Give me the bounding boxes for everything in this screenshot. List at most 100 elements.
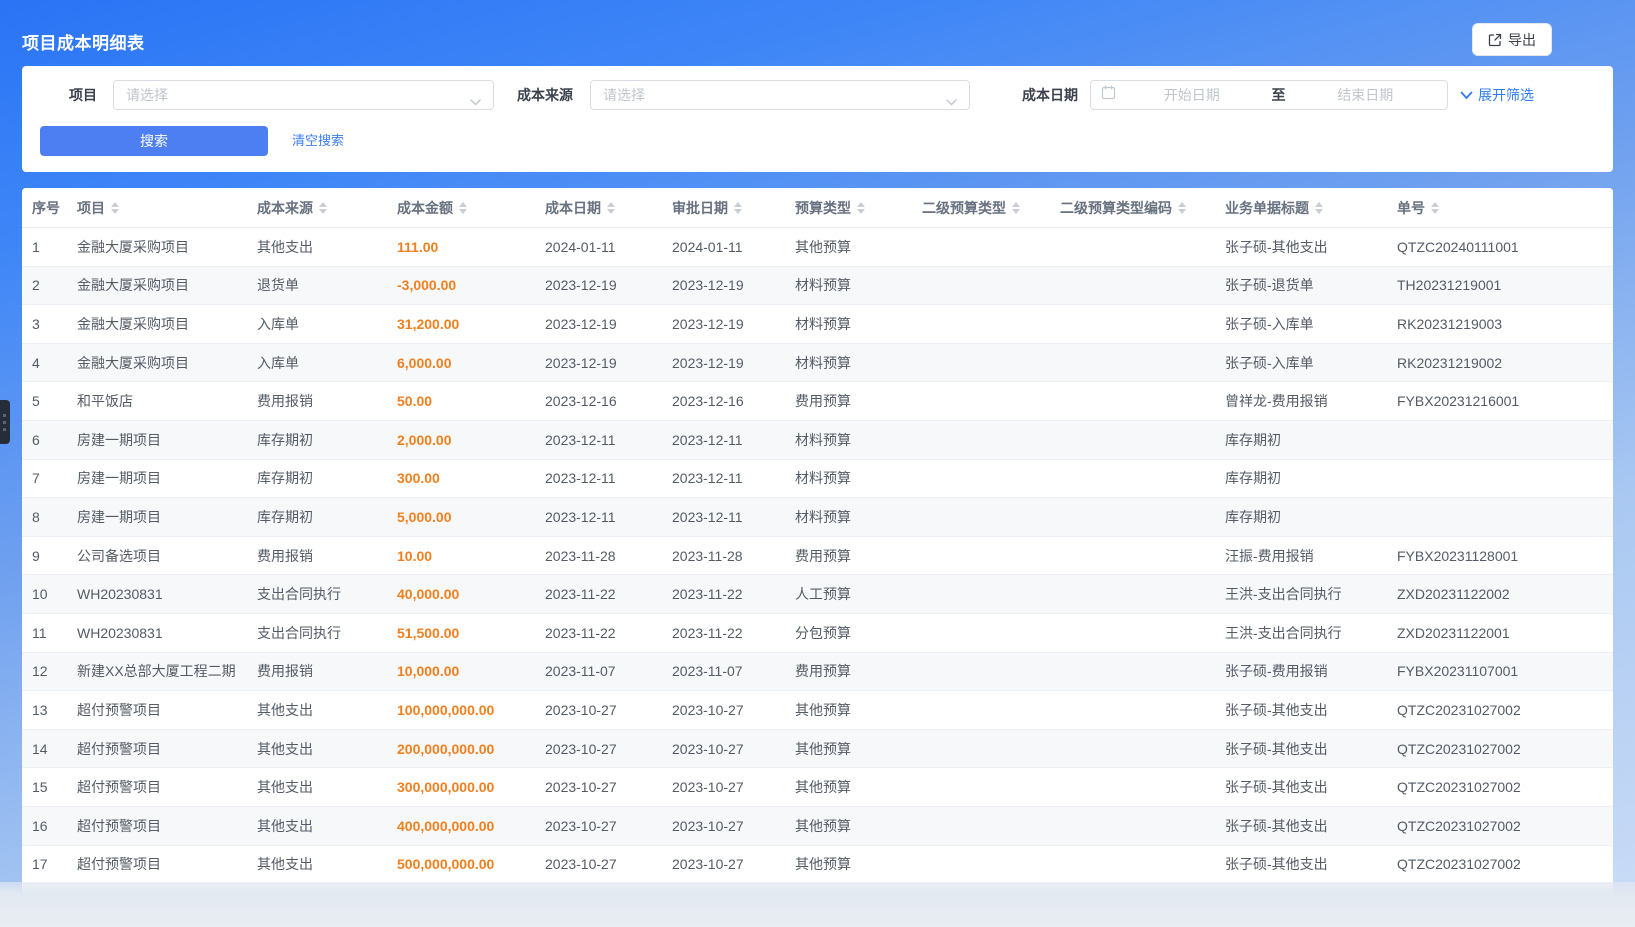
cell-index: 4 <box>32 355 77 371</box>
column-header-project[interactable]: 项目 <box>77 198 257 218</box>
cell-approval-date: 2023-11-28 <box>672 548 795 564</box>
cell-cost-date: 2023-12-11 <box>545 470 672 486</box>
cell-doc-no: RK20231219003 <box>1397 316 1597 332</box>
expand-filters-label: 展开筛选 <box>1478 85 1534 105</box>
project-select[interactable]: 请选择 <box>113 80 494 110</box>
sort-icon[interactable] <box>1178 202 1186 214</box>
cell-doc-title: 张子硕-入库单 <box>1225 353 1397 373</box>
cell-project: 新建XX总部大厦工程二期 <box>77 661 257 681</box>
chevron-down-icon <box>1460 87 1473 103</box>
cell-budget-type: 材料预算 <box>795 507 922 527</box>
cell-project: 公司备选项目 <box>77 546 257 566</box>
cell-doc-no: ZXD20231122001 <box>1397 625 1597 641</box>
sort-icon[interactable] <box>1315 202 1323 214</box>
cell-project: WH20230831 <box>77 586 257 602</box>
cell-approval-date: 2024-01-11 <box>672 239 795 255</box>
column-label: 序号 <box>32 198 60 218</box>
cost-date-range-picker[interactable]: 至 <box>1090 80 1448 110</box>
bottom-overlay <box>0 882 1635 927</box>
column-header-cost-amount[interactable]: 成本金额 <box>397 198 545 218</box>
cell-budget-type: 材料预算 <box>795 275 922 295</box>
table-row: 7房建一期项目库存期初300.002023-12-112023-12-11材料预… <box>22 460 1613 499</box>
cell-doc-no: QTZC20231027002 <box>1397 818 1597 834</box>
column-header-doc-title[interactable]: 业务单据标题 <box>1225 198 1397 218</box>
cell-approval-date: 2023-12-11 <box>672 432 795 448</box>
cell-project: 金融大厦采购项目 <box>77 275 257 295</box>
cell-approval-date: 2023-10-27 <box>672 702 795 718</box>
column-label: 单号 <box>1397 198 1425 218</box>
start-date-input[interactable] <box>1120 87 1264 103</box>
cell-doc-no: ZXD20231122002 <box>1397 586 1597 602</box>
sort-icon[interactable] <box>111 202 119 214</box>
sort-icon[interactable] <box>1431 202 1439 214</box>
date-range-separator: 至 <box>1264 85 1294 105</box>
sort-icon[interactable] <box>459 202 467 214</box>
cell-cost-amount: 6,000.00 <box>397 355 545 371</box>
cell-cost-source: 入库单 <box>257 353 397 373</box>
export-icon <box>1488 33 1502 47</box>
cell-cost-amount: 50.00 <box>397 393 545 409</box>
cell-cost-amount: 10.00 <box>397 548 545 564</box>
expand-filters-link[interactable]: 展开筛选 <box>1460 80 1534 110</box>
cell-cost-date: 2023-11-22 <box>545 625 672 641</box>
end-date-input[interactable] <box>1294 87 1438 103</box>
sort-icon[interactable] <box>607 202 615 214</box>
column-header-cost-date[interactable]: 成本日期 <box>545 198 672 218</box>
column-header-approval-date[interactable]: 审批日期 <box>672 198 795 218</box>
table-row: 16超付预警项目其他支出400,000,000.002023-10-272023… <box>22 807 1613 846</box>
column-header-doc-no[interactable]: 单号 <box>1397 198 1597 218</box>
cell-cost-amount: 100,000,000.00 <box>397 702 545 718</box>
table-row: 14超付预警项目其他支出200,000,000.002023-10-272023… <box>22 730 1613 769</box>
cost-source-select[interactable]: 请选择 <box>590 80 970 110</box>
column-header-cost-source[interactable]: 成本来源 <box>257 198 397 218</box>
sort-icon[interactable] <box>319 202 327 214</box>
cell-budget-type: 其他预算 <box>795 854 922 874</box>
column-header-secondary-budget-type-code[interactable]: 二级预算类型编码 <box>1060 198 1225 218</box>
table-row: 2金融大厦采购项目退货单-3,000.002023-12-192023-12-1… <box>22 267 1613 306</box>
cell-cost-date: 2023-10-27 <box>545 741 672 757</box>
project-filter-label: 项目 <box>22 80 97 110</box>
export-button-label: 导出 <box>1508 30 1536 50</box>
sort-icon[interactable] <box>857 202 865 214</box>
cell-project: 房建一期项目 <box>77 468 257 488</box>
cell-doc-title: 张子硕-其他支出 <box>1225 777 1397 797</box>
column-header-budget-type[interactable]: 预算类型 <box>795 198 922 218</box>
cell-index: 13 <box>32 702 77 718</box>
cell-cost-amount: 400,000,000.00 <box>397 818 545 834</box>
cell-cost-amount: 40,000.00 <box>397 586 545 602</box>
cell-cost-amount: 31,200.00 <box>397 316 545 332</box>
cell-doc-title: 张子硕-其他支出 <box>1225 854 1397 874</box>
cell-project: 房建一期项目 <box>77 430 257 450</box>
cell-budget-type: 其他预算 <box>795 237 922 257</box>
cell-cost-source: 费用报销 <box>257 391 397 411</box>
cell-cost-date: 2023-11-28 <box>545 548 672 564</box>
cell-approval-date: 2023-12-19 <box>672 355 795 371</box>
cell-budget-type: 人工预算 <box>795 584 922 604</box>
column-header-secondary-budget-type[interactable]: 二级预算类型 <box>922 198 1060 218</box>
cell-cost-source: 费用报销 <box>257 661 397 681</box>
cell-index: 16 <box>32 818 77 834</box>
cell-cost-source: 库存期初 <box>257 507 397 527</box>
cell-index: 15 <box>32 779 77 795</box>
cell-cost-amount: 5,000.00 <box>397 509 545 525</box>
cell-budget-type: 材料预算 <box>795 353 922 373</box>
cell-doc-title: 张子硕-其他支出 <box>1225 739 1397 759</box>
search-button[interactable]: 搜索 <box>40 126 268 156</box>
sort-icon[interactable] <box>1012 202 1020 214</box>
column-label: 成本日期 <box>545 198 601 218</box>
clear-search-link[interactable]: 清空搜索 <box>292 126 344 156</box>
cell-doc-title: 库存期初 <box>1225 507 1397 527</box>
cell-doc-title: 张子硕-入库单 <box>1225 314 1397 334</box>
export-button[interactable]: 导出 <box>1472 23 1552 56</box>
cell-project: 金融大厦采购项目 <box>77 314 257 334</box>
drawer-handle[interactable] <box>0 400 10 444</box>
cell-cost-source: 其他支出 <box>257 854 397 874</box>
table-row: 4金融大厦采购项目入库单6,000.002023-12-192023-12-19… <box>22 344 1613 383</box>
cell-approval-date: 2023-11-22 <box>672 625 795 641</box>
cell-doc-no: FYBX20231107001 <box>1397 663 1597 679</box>
cell-project: 金融大厦采购项目 <box>77 237 257 257</box>
cell-approval-date: 2023-10-27 <box>672 856 795 872</box>
cell-cost-amount: 111.00 <box>397 239 545 255</box>
cell-budget-type: 材料预算 <box>795 468 922 488</box>
sort-icon[interactable] <box>734 202 742 214</box>
